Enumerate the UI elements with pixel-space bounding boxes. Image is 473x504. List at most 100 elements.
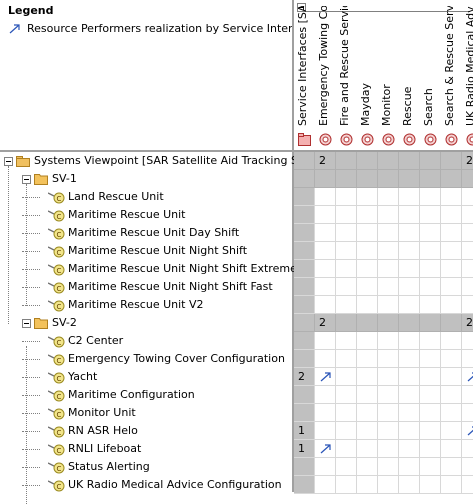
tree-row[interactable]: SV-2 <box>0 314 292 332</box>
matrix-cell[interactable] <box>378 206 399 224</box>
matrix-cell[interactable] <box>357 206 378 224</box>
matrix-cell[interactable] <box>420 404 441 422</box>
matrix-cell[interactable] <box>420 458 441 476</box>
matrix-cell[interactable] <box>378 386 399 404</box>
matrix-cell[interactable] <box>441 314 462 332</box>
matrix-cell[interactable] <box>378 458 399 476</box>
collapse-toggle[interactable] <box>22 319 31 328</box>
matrix-cell[interactable] <box>315 332 336 350</box>
matrix-cell[interactable] <box>420 260 441 278</box>
tree-row[interactable]: C Maritime Rescue Unit V2 <box>0 296 292 314</box>
matrix-cell[interactable] <box>315 386 336 404</box>
matrix-cell[interactable] <box>378 188 399 206</box>
matrix-cell[interactable]: 2 <box>315 314 336 332</box>
matrix-cell[interactable] <box>399 260 420 278</box>
matrix-cell[interactable] <box>357 278 378 296</box>
matrix-cell[interactable] <box>462 188 473 206</box>
matrix-cell[interactable] <box>315 368 336 386</box>
matrix-cell[interactable] <box>399 152 420 170</box>
matrix-cell[interactable] <box>294 224 315 242</box>
matrix-cell[interactable] <box>336 422 357 440</box>
matrix-cell[interactable] <box>294 386 315 404</box>
matrix-cell[interactable] <box>294 332 315 350</box>
matrix-cell[interactable] <box>294 242 315 260</box>
matrix-cell[interactable] <box>462 206 473 224</box>
matrix-cell[interactable] <box>336 314 357 332</box>
matrix-cell[interactable] <box>357 152 378 170</box>
matrix-cell[interactable] <box>357 224 378 242</box>
matrix-cell[interactable] <box>462 170 473 188</box>
matrix-cell[interactable]: 1 <box>294 422 315 440</box>
tree-row[interactable]: C Yacht <box>0 368 292 386</box>
matrix-cell[interactable] <box>315 440 336 458</box>
matrix-cell[interactable] <box>441 152 462 170</box>
matrix-cell[interactable] <box>378 152 399 170</box>
matrix-cell[interactable] <box>294 260 315 278</box>
matrix-cell[interactable] <box>462 386 473 404</box>
matrix-cell[interactable] <box>357 440 378 458</box>
matrix-cell[interactable] <box>420 422 441 440</box>
matrix-cell[interactable] <box>336 476 357 494</box>
matrix-cell[interactable] <box>399 368 420 386</box>
matrix-cell[interactable] <box>441 278 462 296</box>
matrix-cell[interactable] <box>336 224 357 242</box>
matrix-cell[interactable] <box>441 404 462 422</box>
matrix-cell[interactable] <box>294 278 315 296</box>
matrix-cell[interactable] <box>378 224 399 242</box>
tree-row[interactable]: C Maritime Rescue Unit Day Shift <box>0 224 292 242</box>
matrix-cell[interactable] <box>294 296 315 314</box>
matrix-cell[interactable]: 2 <box>294 368 315 386</box>
column-header[interactable]: UK Radio Medical Advic <box>462 0 473 150</box>
matrix-cell[interactable] <box>294 206 315 224</box>
tree-row[interactable]: C RNLI Lifeboat <box>0 440 292 458</box>
matrix-cell[interactable] <box>378 314 399 332</box>
matrix-cell[interactable] <box>441 368 462 386</box>
matrix-cell[interactable] <box>294 314 315 332</box>
matrix-cell[interactable] <box>315 278 336 296</box>
matrix-cell[interactable] <box>462 422 473 440</box>
matrix-cell[interactable] <box>462 350 473 368</box>
matrix-cell[interactable] <box>378 170 399 188</box>
matrix-cell[interactable] <box>357 350 378 368</box>
matrix-cell[interactable] <box>441 476 462 494</box>
matrix-cell[interactable] <box>420 242 441 260</box>
matrix-cell[interactable] <box>420 296 441 314</box>
tree-row[interactable]: C UK Radio Medical Advice Configuration <box>0 476 292 494</box>
column-header[interactable]: Mayday <box>357 0 378 150</box>
matrix-cell[interactable]: 2 <box>462 152 473 170</box>
matrix-cell[interactable] <box>462 224 473 242</box>
matrix-cell[interactable] <box>315 458 336 476</box>
matrix-cell[interactable] <box>336 152 357 170</box>
matrix-cell[interactable] <box>441 332 462 350</box>
matrix-cell[interactable] <box>399 350 420 368</box>
matrix-cell[interactable] <box>336 404 357 422</box>
matrix-cell[interactable] <box>399 314 420 332</box>
matrix-cell[interactable] <box>315 260 336 278</box>
matrix-cell[interactable] <box>441 242 462 260</box>
matrix-cell[interactable] <box>462 260 473 278</box>
matrix-cell[interactable] <box>420 224 441 242</box>
tree-row[interactable]: C Emergency Towing Cover Configuration <box>0 350 292 368</box>
matrix-cell[interactable] <box>357 404 378 422</box>
matrix-cell[interactable] <box>420 368 441 386</box>
matrix-cell[interactable]: 2 <box>315 152 336 170</box>
matrix-cell[interactable] <box>462 404 473 422</box>
matrix-cell[interactable] <box>462 368 473 386</box>
matrix-cell[interactable] <box>315 242 336 260</box>
matrix-cell[interactable] <box>420 206 441 224</box>
matrix-cell[interactable] <box>441 260 462 278</box>
matrix-cell[interactable] <box>399 404 420 422</box>
column-header[interactable]: Monitor <box>378 0 399 150</box>
matrix-cell[interactable] <box>420 170 441 188</box>
matrix-cell[interactable] <box>378 404 399 422</box>
matrix-cell[interactable] <box>462 476 473 494</box>
matrix-cell[interactable] <box>315 206 336 224</box>
collapse-toggle[interactable] <box>4 157 13 166</box>
matrix-cell[interactable] <box>294 404 315 422</box>
matrix-cell[interactable] <box>441 170 462 188</box>
matrix-cell[interactable] <box>315 188 336 206</box>
matrix-cell[interactable] <box>378 332 399 350</box>
matrix-cell[interactable] <box>399 224 420 242</box>
matrix-cell[interactable] <box>420 440 441 458</box>
matrix-cell[interactable] <box>462 296 473 314</box>
